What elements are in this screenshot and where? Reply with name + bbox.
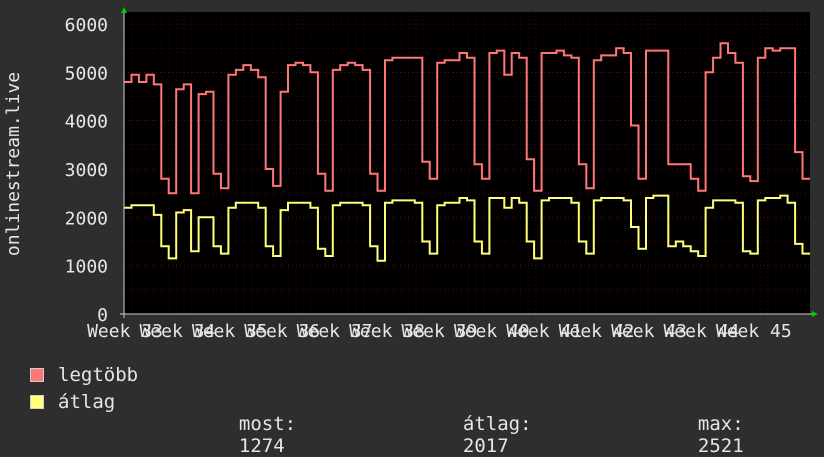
y-tick-label: 6000 [65,15,108,36]
y-axis-label: onlinestream.live [3,72,24,256]
y-tick-label: 3000 [65,160,108,181]
x-axis-arrow [812,311,818,317]
stat-max-label: max: [697,413,744,435]
legend-label-max: legtöbb [58,364,139,386]
x-tick-label: Week 45 [716,321,792,340]
y-tick-label: 1000 [65,257,108,278]
stat-now: most: 1274 [216,391,296,457]
stat-avg-label: átlag: [462,413,532,435]
x-tick-labels: Week 33Week 34Week 35Week 36Week 37Week … [87,321,792,340]
legend-item-max: legtöbb [30,364,138,386]
y-tick-labels: 0100020003000400050006000 [65,15,108,326]
stat-now-value: 1274 [238,435,285,457]
stat-avg: átlag: 2017 [440,391,532,457]
legend-swatch-max [30,368,44,382]
y-axis-arrow [121,7,127,13]
stat-max-value: 2521 [697,435,744,457]
stat-now-label: most: [238,413,297,435]
chart: 0100020003000400050006000 Week 33Week 34… [3,7,818,340]
legend-item-avg: átlag [30,391,115,413]
legend-swatch-avg [30,395,44,409]
stat-max: max: 2521 [675,391,744,457]
y-tick-label: 5000 [65,63,108,84]
y-tick-label: 4000 [65,112,108,133]
y-tick-label: 2000 [65,208,108,229]
stat-avg-value: 2017 [462,435,509,457]
legend-label-avg: átlag [58,391,116,413]
